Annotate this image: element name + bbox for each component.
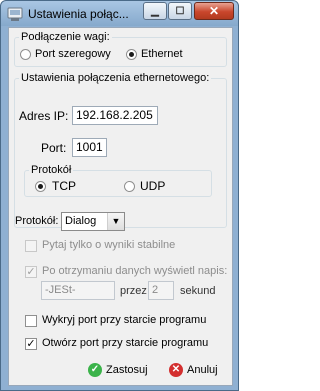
display-text-checkbox[interactable]: ✓ (25, 266, 37, 278)
display-text-label: Po otrzymaniu danych wyświetl napis: (42, 265, 228, 277)
radio-ethernet-label[interactable]: Ethernet (141, 48, 183, 60)
open-port-label: Otwórz port przy starcie programu (42, 337, 209, 349)
ip-label: Adres IP: (19, 109, 69, 123)
chevron-down-icon[interactable]: ▼ (107, 213, 124, 230)
maximize-icon[interactable]: ☐ (168, 2, 192, 20)
protocol-select[interactable]: Dialog ▼ (61, 212, 125, 231)
protocol-group-title: Protokół (31, 164, 72, 176)
open-port-checkbox[interactable]: ✓ (25, 338, 37, 350)
cancel-button[interactable]: ✕ Anuluj (169, 359, 218, 381)
dialog-body: Podłączenie wagi: Port szeregowy Etherne… (8, 27, 233, 386)
radio-tcp[interactable] (35, 181, 46, 192)
radio-serial-port[interactable] (20, 49, 31, 60)
radio-udp[interactable] (124, 181, 135, 192)
stable-only-label: Pytaj tylko o wyniki stabilne (42, 239, 176, 251)
connection-group-title: Podłączenie wagi: (21, 31, 110, 43)
protocol-select-value: Dialog (65, 215, 97, 227)
port-label: Port: (41, 141, 67, 155)
minimize-icon[interactable]: ▁ (143, 2, 167, 20)
ip-input[interactable]: 192.168.2.205 (72, 106, 158, 125)
for-label: przez (120, 285, 147, 297)
seconds-input[interactable]: 2 (148, 281, 174, 300)
red-x-icon: ✕ (169, 363, 183, 377)
radio-udp-label[interactable]: UDP (140, 179, 165, 193)
protocol-select-label: Protokół: (15, 215, 59, 227)
radio-ethernet[interactable] (126, 49, 137, 60)
detect-port-checkbox[interactable] (25, 315, 37, 327)
apply-button[interactable]: ✓ Zastosuj (88, 359, 148, 381)
stable-only-checkbox[interactable] (25, 240, 37, 252)
apply-button-label: Zastosuj (106, 364, 148, 376)
ethernet-group-title: Ustawienia połączenia ethernetowego: (21, 72, 210, 84)
seconds-label: sekund (180, 285, 216, 297)
close-icon[interactable]: ✕ (194, 2, 234, 20)
dialog-window: Ustawienia połąc... ▁ ☐ ✕ Podłączenie wa… (0, 0, 239, 391)
display-text-input[interactable]: -JESt- (41, 281, 115, 300)
cancel-button-label: Anuluj (187, 364, 218, 376)
green-check-icon: ✓ (88, 363, 102, 377)
radio-serial-port-label[interactable]: Port szeregowy (35, 48, 111, 60)
radio-tcp-label[interactable]: TCP (52, 179, 76, 193)
window-title: Ustawienia połąc... (28, 7, 129, 21)
port-input[interactable]: 1001 (72, 138, 107, 157)
detect-port-label: Wykryj port przy starcie programu (42, 314, 207, 326)
app-icon (7, 7, 23, 21)
title-bar[interactable]: Ustawienia połąc... ▁ ☐ ✕ (1, 1, 238, 27)
